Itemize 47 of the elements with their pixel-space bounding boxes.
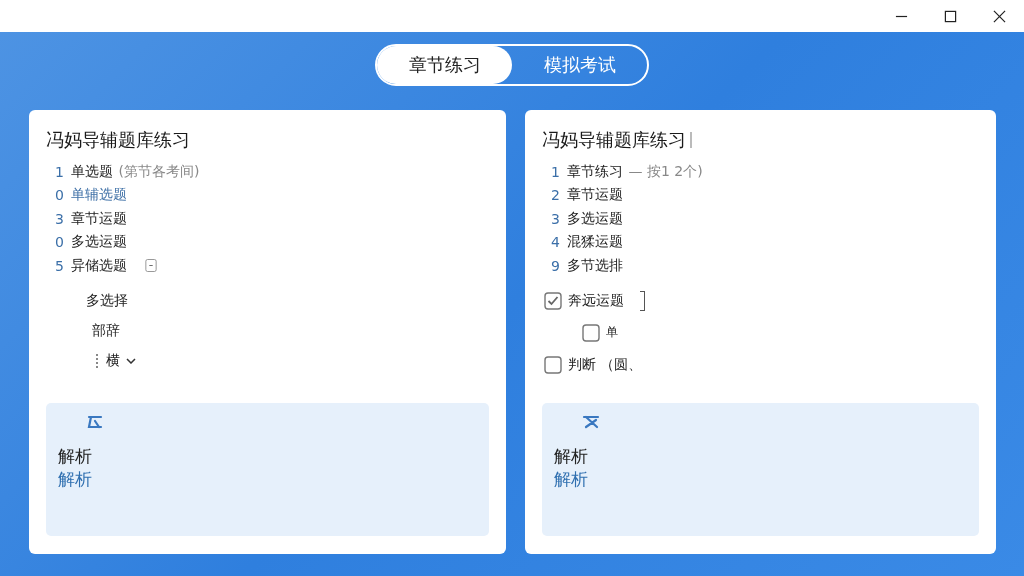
mode-tab[interactable]: 模拟考试 [512,46,647,84]
item-number: 0 [54,234,65,251]
question-type-item[interactable]: 异储选题 [70,256,127,275]
question-type-item[interactable]: 混猱运题 [566,233,623,252]
maximize-icon[interactable] [944,9,957,23]
checkbox[interactable] [543,291,562,310]
option-label: 多选择 [85,291,128,310]
question-type-item[interactable]: 多选运题 [566,209,623,228]
item-number: 9 [550,257,561,274]
item-note: — 按1 2个) [628,162,703,181]
analysis-link[interactable]: 解析 [553,468,967,491]
question-type-item[interactable]: 章节运题 [70,209,127,228]
question-type-item[interactable]: 多选运题 [70,233,127,252]
bracket-mark [639,290,645,311]
question-type-item[interactable]: 章节运题 [566,186,623,205]
question-type-item[interactable]: 章节练习 [566,162,623,181]
analysis-link[interactable]: 解析 [57,468,477,491]
item-number: 1 [54,163,65,180]
analysis-label: 解析 [553,445,589,468]
item-note: (第节各考间) [118,162,200,181]
checkbox-label: 判断 （圆、 [567,355,642,374]
question-type-item[interactable]: 多节选排 [566,256,623,275]
collapse-icon[interactable] [144,258,157,274]
option-label: 部辞 [91,321,120,340]
checkbox-label: 单 [605,324,618,341]
item-number: 0 [54,187,65,204]
item-number: 4 [550,234,561,251]
item-number: 2 [550,187,561,204]
checkbox[interactable] [543,355,562,374]
close-icon[interactable] [993,9,1006,23]
question-type-item[interactable]: 单选题 [70,162,113,181]
checkbox-label: 奔远运题 [567,291,624,310]
question-type-item[interactable]: 单辅选题 [70,186,127,205]
analysis-label: 解析 [57,445,93,468]
card-title: 冯妈导辅题库练习 [45,128,190,152]
mode-tab[interactable]: 章节练习 [377,46,512,84]
analysis-icon [581,415,600,429]
item-number: 5 [54,257,65,274]
dropdown[interactable]: 横 [105,351,136,370]
checkbox[interactable] [581,323,600,342]
item-number: 3 [54,210,65,227]
text-cursor-icon [689,132,692,148]
item-number: 3 [550,210,561,227]
chevron-down-icon [125,357,136,364]
item-number: 1 [550,163,561,180]
card-title: 冯妈导辅题库练习 [541,128,686,152]
analysis-icon [85,415,104,429]
